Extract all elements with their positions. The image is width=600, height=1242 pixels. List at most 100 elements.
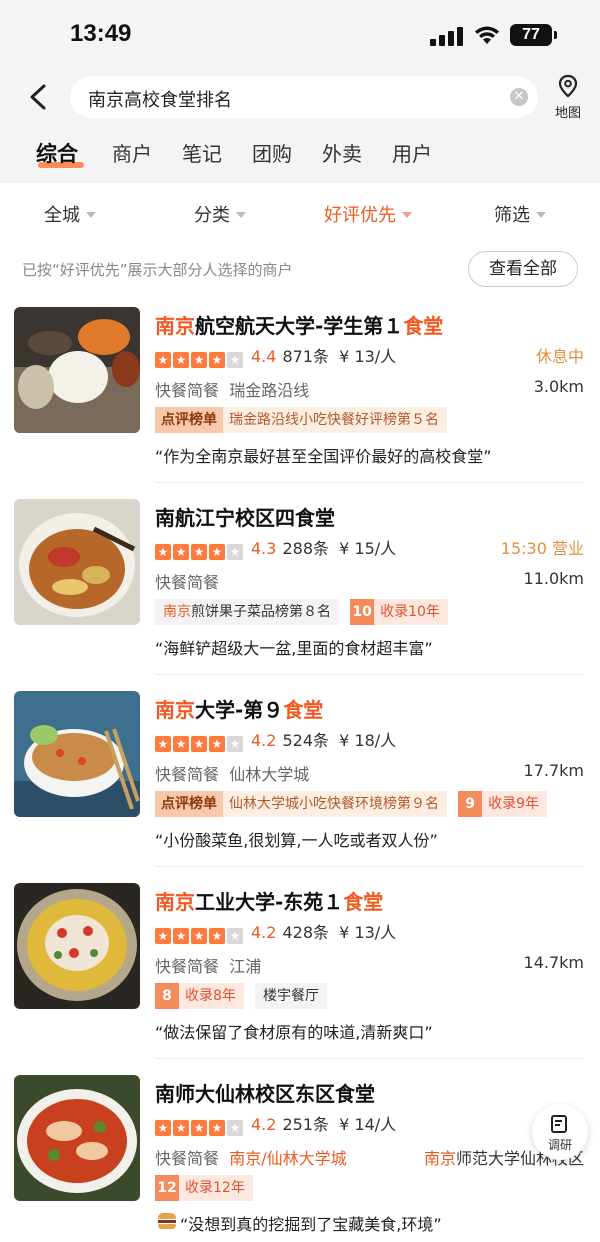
restaurant-title[interactable]: 南京工业大学-东苑１食堂 (155, 886, 383, 915)
area: 瑞金路沿线 (229, 381, 310, 400)
title-highlight: 食堂 (343, 890, 384, 914)
title-text: 工业大学-东苑１ (195, 890, 344, 914)
review-count: 871条 (282, 347, 329, 366)
food-photo (14, 307, 140, 433)
chevron-down-icon (536, 212, 546, 218)
survey-label: 调研 (547, 1138, 572, 1152)
ranking-text: 瑞金路沿线小吃快餐好评榜第５名 (229, 412, 439, 428)
restaurant-title[interactable]: 南京大学-第９食堂 (155, 694, 323, 723)
area: 仙林大学城 (229, 765, 310, 784)
divider (155, 482, 584, 483)
category: 快餐简餐 (155, 573, 220, 592)
search-input[interactable]: 南京高校食堂排名 ✕ (70, 76, 538, 118)
filter-bar: 全城 分类 好评优先 筛选 (0, 196, 600, 232)
filter-sort[interactable]: 好评优先 (324, 201, 412, 227)
ranking-text: 仙林大学城小吃快餐环境榜第９名 (229, 796, 439, 812)
area-link[interactable]: 南京/仙林大学城 (229, 1149, 346, 1168)
type-badge: 楼宇餐厅 (255, 983, 328, 1009)
ranking-badge[interactable]: 点评榜单 仙林大学城小吃快餐环境榜第９名 (155, 791, 447, 817)
tab-group-buy[interactable]: 团购 (252, 138, 292, 167)
title-highlight: 食堂 (403, 314, 444, 338)
distance: 17.7km (523, 761, 584, 780)
tab-all[interactable]: 综合 (36, 138, 78, 168)
tab-notes[interactable]: 笔记 (182, 138, 222, 167)
review-count: 428条 (282, 923, 329, 942)
badge-row: 12 收录12年 (155, 1175, 259, 1201)
map-pin-icon (558, 74, 578, 98)
years-listed-badge: 10 收录10年 (350, 599, 448, 625)
rating-row: ★ ★ ★ ★ ★ 4.2 524条 ¥ 18/人 (155, 727, 396, 752)
restaurant-title[interactable]: 南师大仙林校区东区食堂 (155, 1078, 375, 1107)
rating-row: ★ ★ ★ ★ ★ 4.2 428条 ¥ 13/人 (155, 919, 396, 944)
category: 快餐简餐 (155, 765, 220, 784)
food-photo (14, 499, 140, 625)
filter-more[interactable]: 筛选 (494, 201, 546, 227)
meta-row: 快餐简餐 (155, 569, 219, 593)
restaurant-title[interactable]: 南京航空航天大学-学生第１食堂 (155, 310, 443, 339)
years-text: 收录9年 (488, 796, 540, 812)
dish-ranking-badge[interactable]: 南京煎饼果子菜品榜第８名 (155, 599, 339, 625)
price: ¥ 14/人 (339, 1115, 397, 1134)
survey-button[interactable]: 调研 (532, 1104, 588, 1160)
filter-label: 筛选 (494, 205, 530, 226)
burger-icon (158, 1213, 176, 1229)
score: 4.2 (251, 923, 277, 942)
clear-icon[interactable]: ✕ (510, 88, 528, 106)
open-status: 15:30 营业 (500, 539, 584, 558)
map-button[interactable]: 地图 (548, 74, 588, 122)
tab-users[interactable]: 用户 (392, 138, 432, 167)
filter-label: 全城 (44, 205, 80, 226)
price: ¥ 13/人 (339, 347, 397, 366)
score: 4.3 (251, 539, 277, 558)
star-rating: ★ ★ ★ ★ ★ (155, 1117, 245, 1136)
rating-row: ★ ★ ★ ★ ★ 4.3 288条 ¥ 15/人 (155, 535, 396, 560)
review-count: 251条 (282, 1115, 329, 1134)
view-all-button[interactable]: 查看全部 (468, 251, 578, 287)
review-quote: “小份酸菜鱼,很划算,一人吃或者双人份” (155, 831, 438, 850)
back-arrow-icon[interactable] (22, 80, 56, 114)
score: 4.2 (251, 1115, 277, 1134)
review-quote: “没想到真的挖掘到了宝藏美食,环境” (180, 1215, 442, 1234)
divider (155, 1058, 584, 1059)
title-highlight: 食堂 (283, 698, 324, 722)
ranking-head: 点评榜单 (155, 407, 223, 433)
status-time: 13:49 (70, 20, 132, 47)
divider (155, 866, 584, 867)
star-rating: ★ ★ ★ ★ ★ (155, 925, 245, 944)
meta-row: 快餐简餐 瑞金路沿线 (155, 377, 309, 401)
food-photo (14, 691, 140, 817)
filter-label: 好评优先 (324, 205, 396, 226)
score: 4.2 (251, 731, 277, 750)
divider (155, 674, 584, 675)
review-count: 288条 (282, 539, 329, 558)
chevron-down-icon (402, 212, 412, 218)
years-num: 9 (458, 791, 483, 817)
badge-row: 点评榜单 瑞金路沿线小吃快餐好评榜第５名 (155, 407, 453, 433)
restaurant-title[interactable]: 南航江宁校区四食堂 (155, 502, 335, 531)
price: ¥ 15/人 (339, 539, 397, 558)
tab-takeout[interactable]: 外卖 (322, 138, 362, 167)
years-text: 收录8年 (185, 988, 236, 1004)
meta-row: 快餐简餐 仙林大学城 (155, 761, 309, 785)
chevron-down-icon (86, 212, 96, 218)
map-label: 地图 (554, 106, 581, 121)
ranking-head: 点评榜单 (155, 791, 223, 817)
signal-icon (430, 26, 464, 46)
filter-city[interactable]: 全城 (44, 201, 96, 227)
review-quote: “作为全南京最好甚至全国评价最好的高校食堂” (155, 447, 492, 466)
category: 快餐简餐 (155, 1149, 220, 1168)
star-rating: ★ ★ ★ ★ ★ (155, 349, 245, 368)
years-listed-badge: 8 收录8年 (155, 983, 244, 1009)
title-text: 大学-第９ (195, 698, 284, 722)
filter-category[interactable]: 分类 (194, 201, 246, 227)
ranking-badge[interactable]: 点评榜单 瑞金路沿线小吃快餐好评榜第５名 (155, 407, 447, 433)
score: 4.4 (251, 347, 277, 366)
header: 13:49 77 南京高校食堂排名 ✕ 地图 综合 商户 笔记 团购 外卖 用户 (0, 0, 600, 183)
years-num: 8 (155, 983, 179, 1009)
category: 快餐简餐 (155, 957, 220, 976)
title-text: 南航江宁校区四食堂 (155, 506, 335, 530)
tab-merchants[interactable]: 商户 (112, 138, 152, 167)
category: 快餐简餐 (155, 381, 220, 400)
years-text: 收录12年 (185, 1180, 245, 1196)
title-highlight: 南京 (155, 890, 195, 914)
